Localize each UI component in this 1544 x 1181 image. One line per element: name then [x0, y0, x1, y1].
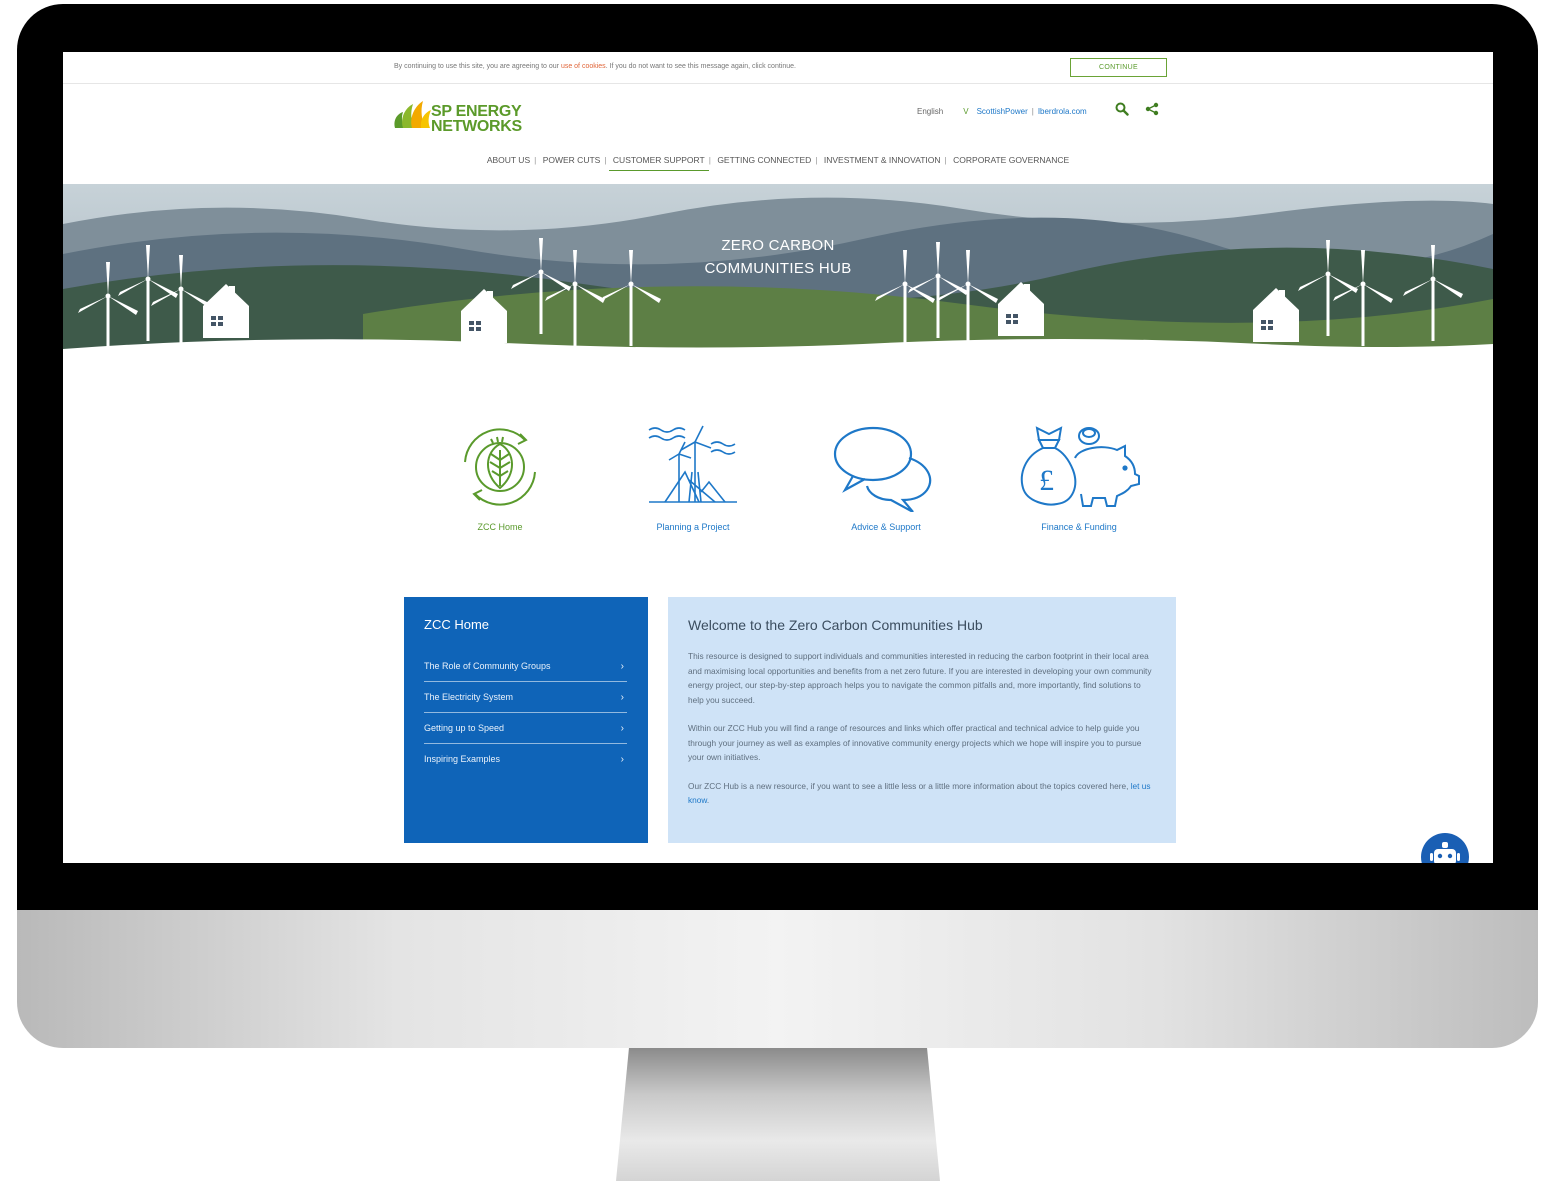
chevron-right-icon: › — [620, 660, 624, 672]
nav-separator: | — [534, 155, 537, 165]
logo-line-1: SP ENERGY — [431, 103, 522, 120]
tile-label[interactable]: Finance & Funding — [999, 522, 1159, 532]
side-menu-item-electricity-system[interactable]: The Electricity System › — [424, 682, 627, 713]
sp-energy-networks-logo[interactable]: SP ENERGY NETWORKS — [393, 98, 533, 138]
link-separator: | — [1031, 106, 1034, 116]
nav-separator: | — [944, 155, 947, 165]
side-menu-item-label: The Electricity System — [424, 692, 514, 702]
side-menu-item-role-of-community-groups[interactable]: The Role of Community Groups › — [424, 651, 627, 682]
speech-bubbles-icon — [833, 426, 932, 512]
scottishpower-link[interactable]: ScottishPower — [977, 107, 1028, 116]
welcome-paragraph-3: Our ZCC Hub is a new resource, if you wa… — [688, 779, 1158, 808]
chatbot-button[interactable] — [1421, 833, 1469, 863]
continue-button[interactable]: CONTINUE — [1070, 58, 1167, 77]
chevron-right-icon: › — [620, 691, 624, 703]
side-menu-item-label: Inspiring Examples — [424, 754, 501, 764]
browser-viewport: By continuing to use this site, you are … — [63, 52, 1493, 863]
utility-links: English V ScottishPower | Iberdrola.com — [917, 104, 1087, 118]
tile-label[interactable]: ZCC Home — [420, 522, 580, 532]
monitor-stand — [616, 1048, 940, 1181]
monitor-chin — [17, 910, 1538, 1048]
welcome-panel: Welcome to the Zero Carbon Communities H… — [668, 597, 1176, 843]
nav-customer-support[interactable]: CUSTOMER SUPPORT — [608, 155, 709, 171]
side-menu-item-inspiring-examples[interactable]: Inspiring Examples › — [424, 744, 627, 774]
main-navigation: ABOUT US | POWER CUTS | CUSTOMER SUPPORT | … — [63, 155, 1493, 171]
search-icon[interactable] — [1115, 102, 1129, 116]
nav-separator: | — [815, 155, 818, 165]
welcome-body: This resource is designed to support ind… — [688, 649, 1158, 822]
tile-finance-and-funding[interactable]: £ Finance & Funding — [999, 422, 1159, 532]
chevron-right-icon: › — [620, 722, 624, 734]
iberdrola-link[interactable]: Iberdrola.com — [1038, 107, 1087, 116]
welcome-paragraph-2: Within our ZCC Hub you will find a range… — [688, 723, 1142, 762]
cookie-message: By continuing to use this site, you are … — [394, 63, 796, 70]
cookie-text-after: . If you do not want to see this message… — [605, 63, 796, 70]
nav-investment-innovation[interactable]: INVESTMENT & INNOVATION — [820, 155, 945, 170]
hero-title-line-2: COMMUNITIES HUB — [704, 260, 852, 277]
welcome-paragraph-1: This resource is designed to support ind… — [688, 651, 1152, 705]
logo-wordmark: SP ENERGY NETWORKS — [431, 103, 522, 135]
side-menu-list: The Role of Community Groups › The Elect… — [424, 651, 627, 774]
cookie-text-before: By continuing to use this site, you are … — [394, 63, 561, 70]
side-menu-item-label: The Role of Community Groups — [424, 661, 551, 671]
nav-corporate-governance[interactable]: CORPORATE GOVERNANCE — [949, 155, 1073, 170]
language-selector[interactable]: English — [917, 107, 943, 116]
side-menu-item-getting-up-to-speed[interactable]: Getting up to Speed › — [424, 713, 627, 744]
nav-about-us[interactable]: ABOUT US — [483, 155, 534, 170]
zcc-side-menu: ZCC Home The Role of Community Groups › … — [404, 597, 648, 843]
hero-title: ZERO CARBON COMMUNITIES HUB — [63, 234, 1493, 280]
nav-power-cuts[interactable]: POWER CUTS — [539, 155, 605, 170]
nav-separator: | — [708, 155, 711, 165]
tile-label[interactable]: Planning a Project — [613, 522, 773, 532]
money-bag-piggy-icon: £ — [1020, 426, 1140, 507]
chevron-down-icon[interactable]: V — [963, 107, 968, 116]
welcome-paragraph-3-end: . — [706, 795, 710, 805]
welcome-title: Welcome to the Zero Carbon Communities H… — [688, 617, 983, 633]
hero-banner: ZERO CARBON COMMUNITIES HUB — [63, 184, 1493, 356]
share-icon[interactable] — [1145, 102, 1159, 116]
wind-turbine-icon — [648, 425, 737, 503]
nav-getting-connected[interactable]: GETTING CONNECTED — [713, 155, 815, 170]
tile-zcc-home[interactable]: ZCC Home — [420, 422, 580, 532]
side-menu-item-label: Getting up to Speed — [424, 723, 505, 733]
leaf-recycle-icon — [464, 428, 536, 506]
side-menu-title[interactable]: ZCC Home — [424, 617, 489, 632]
tile-planning-a-project[interactable]: Planning a Project — [613, 422, 773, 532]
tile-advice-and-support[interactable]: Advice & Support — [806, 422, 966, 532]
cookie-policy-link[interactable]: use of cookies — [561, 63, 606, 70]
robot-chat-icon — [1430, 842, 1460, 863]
nav-separator: | — [604, 155, 607, 165]
logo-line-2: NETWORKS — [431, 118, 522, 135]
cookie-banner: By continuing to use this site, you are … — [63, 52, 1493, 84]
flame-leaves-icon — [394, 101, 431, 128]
svg-text:£: £ — [1039, 464, 1054, 497]
tile-label[interactable]: Advice & Support — [806, 522, 966, 532]
welcome-paragraph-3-text: Our ZCC Hub is a new resource, if you wa… — [688, 780, 1131, 791]
chevron-right-icon: › — [620, 753, 624, 765]
hero-title-line-1: ZERO CARBON — [721, 237, 835, 254]
